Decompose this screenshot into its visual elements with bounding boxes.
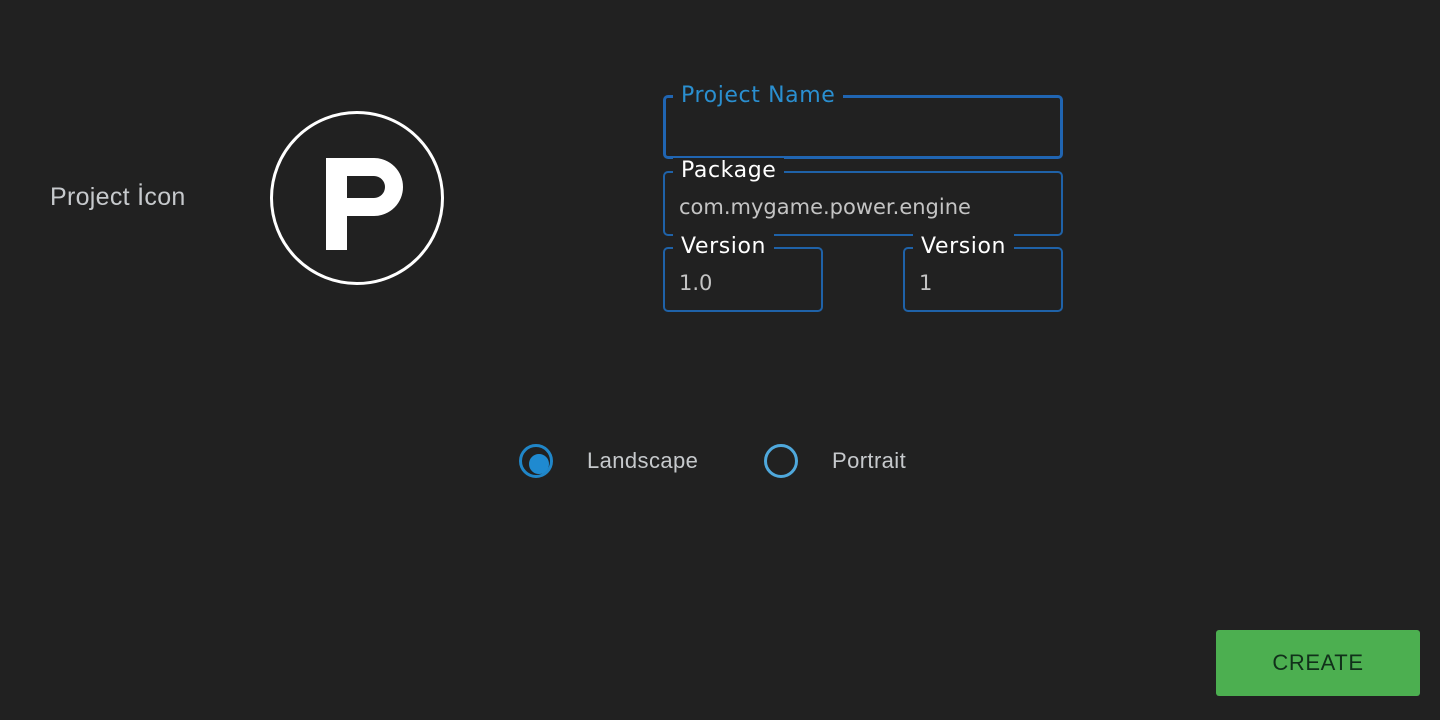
package-field[interactable]: Package: [663, 158, 1063, 236]
project-name-label: Project Name: [673, 83, 844, 109]
version-code-field[interactable]: Version: [903, 234, 1063, 312]
project-icon-label: Project İcon: [50, 183, 186, 211]
version-code-label: Version: [913, 234, 1015, 260]
package-input[interactable]: [679, 192, 1051, 222]
power-engine-logo-icon: [326, 158, 403, 250]
project-name-input[interactable]: [680, 116, 1050, 146]
orientation-landscape-radio[interactable]: Landscape: [519, 444, 698, 478]
project-name-field[interactable]: Project Name: [663, 83, 1063, 159]
portrait-label: Portrait: [832, 448, 907, 473]
version-code-input[interactable]: [919, 268, 1051, 298]
create-button[interactable]: CREATE: [1216, 630, 1420, 696]
version-name-field[interactable]: Version: [663, 234, 823, 312]
radio-checked-icon[interactable]: [519, 444, 553, 478]
project-icon-picker[interactable]: [270, 111, 444, 285]
landscape-label: Landscape: [587, 448, 699, 473]
package-label: Package: [673, 158, 785, 184]
radio-dot: [529, 454, 549, 474]
version-name-label: Version: [673, 234, 775, 260]
orientation-portrait-radio[interactable]: Portrait: [764, 444, 906, 478]
version-name-input[interactable]: [679, 268, 811, 298]
radio-unchecked-icon[interactable]: [764, 444, 798, 478]
